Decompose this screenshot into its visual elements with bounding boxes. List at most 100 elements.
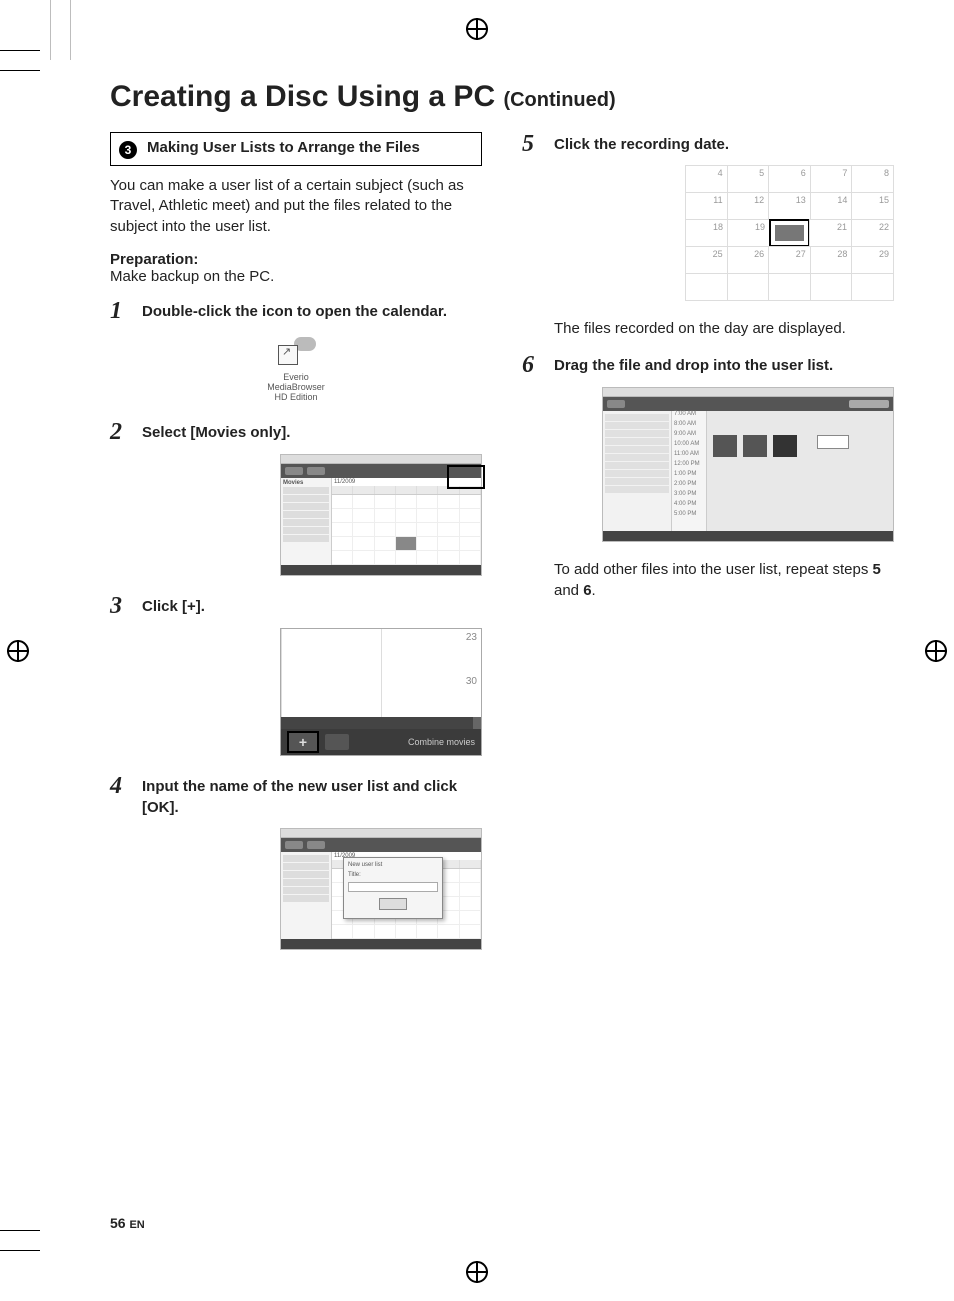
app-toolbar [281, 838, 481, 852]
calendar-cell: 30 [381, 673, 481, 717]
registration-mark-icon [925, 640, 947, 662]
time-label: 7:00 AM [672, 411, 706, 421]
page-number-value: 56 [110, 1215, 126, 1231]
page-lang: EN [129, 1219, 144, 1231]
figure-step5: 456781112131415181921222526272829 [522, 166, 894, 301]
right-column: 5 Click the recording date. 456781112131… [522, 132, 894, 968]
step-number: 2 [110, 420, 130, 444]
time-label: 1:00 PM [672, 471, 706, 481]
toolbar-chip [307, 841, 325, 849]
calendar-grid [332, 495, 481, 565]
calendar-cell [281, 629, 381, 673]
calendar-row: 18192122 [686, 220, 894, 247]
step-text: Click [+]. [142, 594, 205, 618]
title-continued: (Continued) [503, 89, 615, 111]
calendar-cell: 11 [685, 192, 728, 220]
step-number: 4 [110, 774, 130, 818]
calendar-cell: 6 [768, 165, 811, 193]
drop-target [817, 435, 849, 449]
section-title: Making User Lists to Arrange the Files [147, 139, 420, 158]
step-2: 2 Select [Movies only]. [110, 420, 482, 444]
manual-page: Creating a Disc Using a PC (Continued) 3… [0, 0, 954, 1301]
page-number: 56 EN [110, 1215, 145, 1231]
calendar-row [686, 274, 894, 301]
dialog-title: New user list [348, 862, 438, 868]
step-number: 3 [110, 594, 130, 618]
calendar-cell [281, 673, 381, 717]
mediabrowser-window-with-dialog: 11/2009 [280, 828, 482, 950]
calendar-row: 30 [281, 673, 481, 717]
calendar-cell: 29 [851, 246, 894, 274]
mediabrowser-drag-window: 7:00 AM8:00 AM9:00 AM10:00 AM11:00 AM12:… [602, 387, 894, 542]
video-thumbnail [743, 435, 767, 457]
calendar-row: 23 [281, 629, 481, 673]
scrollbar-thumb [473, 717, 481, 729]
time-label: 8:00 AM [672, 421, 706, 431]
trim-guide [0, 70, 40, 71]
bottom-toolbar: + Combine movies [281, 729, 481, 755]
app-sidebar [603, 411, 672, 531]
app-menubar [281, 829, 481, 838]
calendar-cell [851, 273, 894, 301]
step-text: Input the name of the new user list and … [142, 774, 482, 818]
step6-note: To add other files into the user list, r… [554, 560, 894, 601]
time-column: 7:00 AM8:00 AM9:00 AM10:00 AM11:00 AM12:… [672, 411, 707, 531]
note-part-c: . [592, 582, 596, 599]
section-intro: You can make a user list of a certain su… [110, 176, 482, 237]
app-body: Movies 11/2009 [281, 478, 481, 565]
calendar-cell: 15 [851, 192, 894, 220]
calendar-cell: 7 [810, 165, 853, 193]
figure-step1: Everio MediaBrowser HD Edition [110, 333, 482, 403]
calendar-thumbnail [396, 537, 417, 551]
preparation-body: Make backup on the PC. [110, 268, 482, 285]
calendar-cell [810, 273, 853, 301]
app-body: 7:00 AM8:00 AM9:00 AM10:00 AM11:00 AM12:… [603, 411, 893, 531]
calendar-crop: 456781112131415181921222526272829 [686, 166, 894, 301]
step-number: 1 [110, 299, 130, 323]
sidebar-header: Movies [283, 480, 329, 486]
calendar-cell [685, 273, 728, 301]
time-label: 4:00 PM [672, 501, 706, 511]
registration-mark-icon [466, 18, 488, 40]
note-bold-6: 6 [583, 582, 591, 599]
plus-button: + [287, 731, 319, 753]
figure-step3: 23 30 + Combine movies [110, 628, 482, 756]
app-menubar [603, 388, 893, 397]
sidebar-item [283, 863, 329, 870]
section-number-badge: 3 [119, 141, 137, 159]
sidebar-item [283, 511, 329, 518]
note-bold-5: 5 [873, 561, 881, 578]
sidebar-item [605, 422, 669, 429]
calendar-view: 11/2009 [332, 478, 481, 565]
scrollbar-track [281, 717, 481, 729]
calendar-cell [768, 273, 811, 301]
calendar-cell: 25 [685, 246, 728, 274]
everio-desktop-icon: Everio MediaBrowser HD Edition [253, 333, 339, 403]
calendar-cell [769, 219, 810, 247]
step-4: 4 Input the name of the new user list an… [110, 774, 482, 818]
icon-label-line3: HD Edition [253, 393, 339, 403]
app-sidebar: Movies [281, 478, 332, 565]
time-label: 2:00 PM [672, 481, 706, 491]
plus-button-crop: 23 30 + Combine movies [280, 628, 482, 756]
calendar-cell: 13 [768, 192, 811, 220]
tool-button [325, 734, 349, 750]
step-text: Drag the file and drop into the user lis… [554, 353, 833, 377]
registration-mark-icon [7, 640, 29, 662]
figure-step4: 11/2009 [110, 828, 482, 950]
callout-box-icon [447, 465, 485, 489]
calendar-cell: 18 [685, 219, 728, 247]
calendar-cell: 12 [727, 192, 770, 220]
sidebar-item [283, 855, 329, 862]
step5-note: The files recorded on the day are displa… [554, 319, 894, 339]
sidebar-item [283, 519, 329, 526]
step-number: 5 [522, 132, 542, 156]
sidebar-item [605, 430, 669, 437]
app-icon [274, 333, 318, 369]
combine-movies-label: Combine movies [408, 737, 475, 747]
time-label: 3:00 PM [672, 491, 706, 501]
sidebar-item [605, 486, 669, 493]
sidebar-item [605, 462, 669, 469]
sidebar-item [283, 535, 329, 542]
calendar-row: 1112131415 [686, 193, 894, 220]
